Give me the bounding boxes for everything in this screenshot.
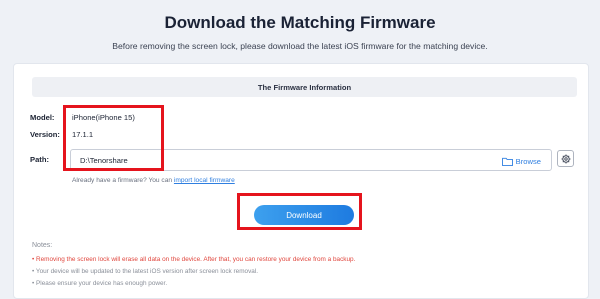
model-label: Model: — [30, 113, 55, 122]
browse-button[interactable]: Browse — [501, 155, 541, 167]
path-label: Path: — [30, 155, 49, 164]
firmware-section-header: The Firmware Information — [32, 77, 577, 97]
gear-icon — [561, 154, 570, 163]
settings-button[interactable] — [557, 150, 574, 167]
page-title: Download the Matching Firmware — [164, 13, 436, 32]
browse-label: Browse — [515, 156, 541, 166]
notes-title: Notes: — [32, 242, 53, 249]
version-value: 17.1.1 — [72, 130, 94, 139]
firmware-card: The Firmware Information Model: iPhone(i… — [13, 63, 589, 299]
note-item: • Please ensure your device has enough p… — [32, 280, 168, 287]
download-button[interactable]: Download — [254, 205, 354, 225]
note-item: • Your device will be updated to the lat… — [32, 268, 259, 275]
note-item: • Removing the screen lock will erase al… — [32, 256, 356, 263]
version-label: Version: — [30, 130, 60, 139]
path-field[interactable]: D:\Tenorshare Browse — [70, 149, 552, 171]
import-hint: Already have a firmware? You can import … — [72, 177, 235, 184]
path-value: D:\Tenorshare — [80, 156, 128, 165]
model-value: iPhone(iPhone 15) — [72, 113, 135, 122]
page-subtitle: Before removing the screen lock, please … — [112, 41, 488, 51]
import-hint-text: Already have a firmware? You can — [72, 177, 173, 184]
folder-icon — [501, 157, 513, 166]
import-local-firmware-link[interactable]: import local firmware — [174, 177, 235, 184]
